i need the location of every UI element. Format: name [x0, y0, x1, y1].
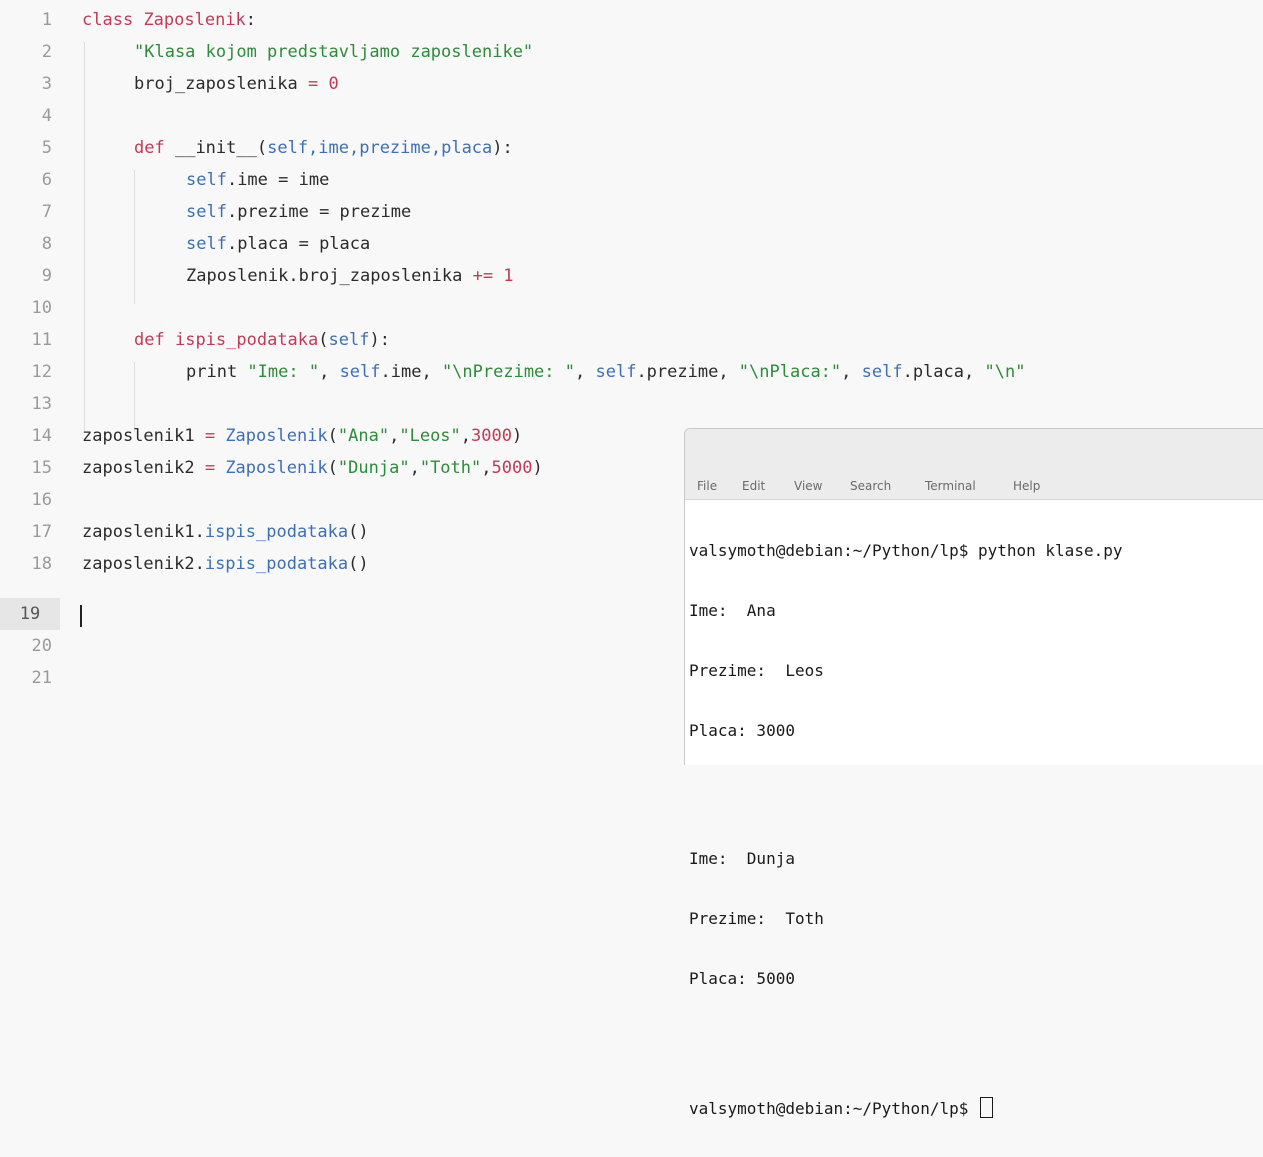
code-line[interactable]: 7 self.prezime = prezime	[0, 196, 1263, 228]
terminal-line: Placa: 3000	[689, 721, 795, 740]
line-number: 20	[31, 636, 52, 656]
code-line[interactable]: 10	[0, 292, 1263, 324]
code-text[interactable]: def ispis_podataka(self):	[134, 324, 390, 356]
code-text[interactable]: Zaposlenik.broj_zaposlenika += 1	[186, 260, 514, 292]
line-number: 15	[31, 458, 52, 478]
code-line[interactable]: 12 print "Ime: ", self.ime, "\nPrezime: …	[0, 356, 1263, 388]
code-line[interactable]: 1 class Zaposlenik:	[0, 4, 1263, 36]
line-number: 6	[41, 170, 52, 190]
line-number: 12	[31, 362, 52, 382]
line-number: 4	[41, 106, 52, 126]
line-number: 17	[31, 522, 52, 542]
line-number: 2	[41, 42, 52, 62]
terminal-line: Placa: 5000	[689, 969, 795, 988]
code-text[interactable]: self.placa = placa	[186, 228, 370, 260]
code-line[interactable]: 2 "Klasa kojom predstavljamo zaposlenike…	[0, 36, 1263, 68]
menu-terminal[interactable]: Terminal	[925, 479, 976, 493]
line-number: 16	[31, 490, 52, 510]
terminal-prompt: valsymoth@debian:~/Python/lp$	[689, 1099, 978, 1118]
code-text[interactable]: class Zaposlenik:	[82, 4, 256, 36]
line-number: 5	[41, 138, 52, 158]
code-line[interactable]: 8 self.placa = placa	[0, 228, 1263, 260]
code-text[interactable]: zaposlenik2.ispis_podataka()	[82, 548, 369, 580]
terminal-line: Ime: Dunja	[689, 849, 795, 868]
code-line[interactable]: 11 def ispis_podataka(self):	[0, 324, 1263, 356]
line-number: 18	[31, 554, 52, 574]
code-text[interactable]: "Klasa kojom predstavljamo zaposlenike"	[134, 36, 533, 68]
code-text[interactable]: zaposlenik2 = Zaposlenik("Dunja","Toth",…	[82, 452, 543, 484]
line-number: 8	[41, 234, 52, 254]
line-number: 19	[0, 598, 60, 630]
line-number: 21	[31, 668, 52, 688]
code-line[interactable]: 9 Zaposlenik.broj_zaposlenika += 1	[0, 260, 1263, 292]
terminal-line: Prezime: Toth	[689, 909, 824, 928]
terminal-prompt-line[interactable]: valsymoth@debian:~/Python/lp$	[689, 1097, 1261, 1118]
terminal-output[interactable]: valsymoth@debian:~/Python/lp$ python kla…	[689, 501, 1261, 1157]
code-line[interactable]: 3 broj_zaposlenika = 0	[0, 68, 1263, 100]
line-number: 13	[31, 394, 52, 414]
menu-search[interactable]: Search	[850, 479, 891, 493]
code-text[interactable]: self.ime = ime	[186, 164, 329, 196]
line-number: 9	[41, 266, 52, 286]
code-text[interactable]: print "Ime: ", self.ime, "\nPrezime: ", …	[186, 356, 1025, 388]
menu-file[interactable]: File	[697, 479, 717, 493]
code-line[interactable]: 4	[0, 100, 1263, 132]
code-line[interactable]: 5 def __init__(self,ime,prezime,placa):	[0, 132, 1263, 164]
code-text[interactable]: zaposlenik1.ispis_podataka()	[82, 516, 369, 548]
terminal-line: Prezime: Leos	[689, 661, 824, 680]
code-text[interactable]: def __init__(self,ime,prezime,placa):	[134, 132, 513, 164]
terminal-menubar: File Edit View Search Terminal Help	[685, 473, 1263, 500]
line-number: 1	[41, 10, 52, 30]
code-line[interactable]: 6 self.ime = ime	[0, 164, 1263, 196]
menu-edit[interactable]: Edit	[742, 479, 765, 493]
line-number: 14	[31, 426, 52, 446]
line-number: 10	[31, 298, 52, 318]
line-number: 3	[41, 74, 52, 94]
line-number: 11	[31, 330, 52, 350]
line-number: 7	[41, 202, 52, 222]
terminal-window[interactable]: File Edit View Search Terminal Help vals…	[684, 428, 1263, 1118]
terminal-titlebar[interactable]	[685, 429, 1263, 473]
code-text[interactable]: broj_zaposlenika = 0	[134, 68, 339, 100]
code-text[interactable]: zaposlenik1 = Zaposlenik("Ana","Leos",30…	[82, 420, 522, 452]
code-line-current[interactable]: 19	[0, 598, 66, 630]
menu-view[interactable]: View	[794, 479, 822, 493]
code-line[interactable]: 13	[0, 388, 1263, 420]
terminal-line: valsymoth@debian:~/Python/lp$ python kla…	[689, 541, 1123, 560]
menu-help[interactable]: Help	[1013, 479, 1040, 493]
text-cursor	[80, 605, 82, 627]
terminal-cursor	[979, 1097, 993, 1118]
code-text[interactable]: self.prezime = prezime	[186, 196, 411, 228]
terminal-line: Ime: Ana	[689, 601, 776, 620]
